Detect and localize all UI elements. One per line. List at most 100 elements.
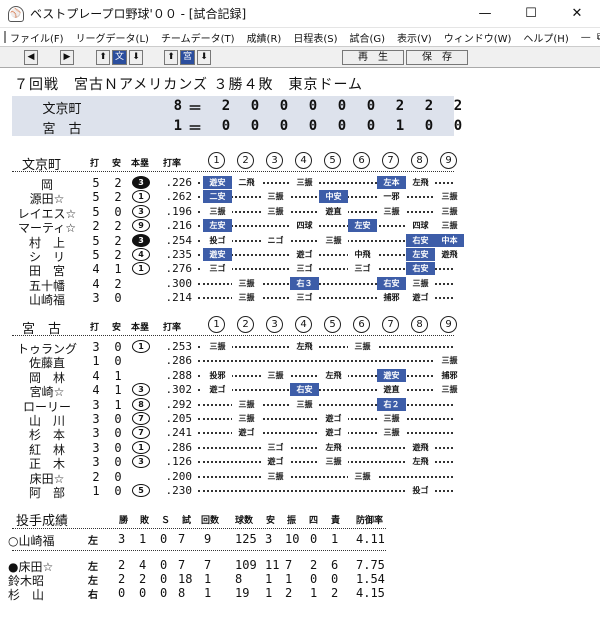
inning-score: 0 <box>453 118 463 134</box>
menu-view[interactable]: 表示(V) <box>397 30 432 45</box>
line-score-eq: ＝ <box>188 121 202 137</box>
menu-game[interactable]: 試合(G) <box>349 30 385 45</box>
batter-ab: 5 <box>92 190 100 205</box>
menu-file[interactable]: ファイル(F) <box>10 30 64 45</box>
inning-header: 6 <box>353 316 370 333</box>
inning-score: 2 <box>424 98 434 114</box>
menu-league-data[interactable]: リーグデータ(L) <box>76 30 149 45</box>
team-bunkyo-button[interactable]: 文 <box>112 50 127 65</box>
batter-avg: .288 <box>165 368 193 382</box>
menu-window[interactable]: ウィンドウ(W) <box>444 30 512 45</box>
pitching-header-k: 振 <box>287 516 297 526</box>
pitcher-k: 7 <box>285 558 293 572</box>
batter-ab: 4 <box>92 262 100 277</box>
app-baseball-icon: ⚾ <box>8 5 24 22</box>
batter-hits: 2 <box>114 219 122 234</box>
menu-schedule[interactable]: 日程表(S) <box>293 30 337 45</box>
down-arrow-icon[interactable]: ⬇ <box>129 50 143 65</box>
inning-score: 0 <box>424 118 434 134</box>
inning-score: 2 <box>395 98 405 114</box>
pitcher-er: 1 <box>331 532 339 546</box>
up-arrow-icon-2[interactable]: ⬆ <box>164 50 178 65</box>
inning-header: 5 <box>324 316 341 333</box>
inning-score: 0 <box>337 98 347 114</box>
up-arrow-icon[interactable]: ⬆ <box>96 50 110 65</box>
game-record-panel: ７回戦 宮古Ｎアメリカンズ ３勝４敗 東京ドーム 文京町 8 ＝ 2 0 0 0… <box>0 68 600 640</box>
menu-team-data[interactable]: チームデータ(T) <box>161 30 235 45</box>
batter-ab: 4 <box>92 276 100 291</box>
section-divider <box>12 550 386 551</box>
pitcher-bb: 2 <box>310 558 318 572</box>
batter-name: 山崎福 <box>28 293 65 308</box>
inning-header: 2 <box>237 316 254 333</box>
batter-hr: 3 <box>132 383 150 397</box>
maximize-button[interactable]: ☐ <box>508 0 554 28</box>
inning-score: 0 <box>308 118 318 134</box>
batter-hr: 7 <box>132 426 150 440</box>
pitcher-h: 11 <box>265 558 280 572</box>
batter-hits: 2 <box>114 176 122 190</box>
pitcher-g: 8 <box>178 586 186 600</box>
at-bat-result: 三ゴ <box>290 291 319 305</box>
header-hits: 安 <box>112 323 122 333</box>
pitching-header-np: 球数 <box>235 516 254 526</box>
document-icon[interactable] <box>4 31 6 43</box>
inning-score: 0 <box>221 118 231 134</box>
pitcher-bb: 0 <box>310 572 318 586</box>
pitcher-np: 8 <box>235 572 243 586</box>
pitcher-s: 0 <box>160 532 168 546</box>
batter-ab: 4 <box>92 368 100 383</box>
batter-hits: 0 <box>114 469 122 484</box>
next-arrow-icon[interactable]: ▶ <box>60 50 74 65</box>
prev-arrow-icon[interactable]: ◀ <box>24 50 38 65</box>
batter-hr: 5 <box>132 484 150 497</box>
batter-hits: 0 <box>114 440 122 455</box>
pitcher-hand: 左 <box>88 576 98 587</box>
pitcher-era: 7.75 <box>356 558 385 572</box>
header-ab: 打 <box>90 323 100 333</box>
header-avg: 打率 <box>163 323 182 333</box>
batter-hits: 2 <box>114 233 122 248</box>
batter-avg: .214 <box>165 291 193 305</box>
inning-header: 3 <box>266 152 283 169</box>
pitcher-l: 4 <box>139 558 147 572</box>
mdi-minimize-button[interactable]: — <box>581 32 591 43</box>
menu-records[interactable]: 成績(R) <box>247 30 282 45</box>
inning-header: 4 <box>295 152 312 169</box>
menu-help[interactable]: ヘルプ(H) <box>523 30 568 45</box>
line-score-total: 8 <box>173 98 182 114</box>
pitcher-k: 1 <box>285 572 293 586</box>
pitcher-k: 10 <box>285 532 300 546</box>
batter-hits: 1 <box>114 262 122 277</box>
close-button[interactable]: ✕ <box>554 0 600 28</box>
down-arrow-icon-2[interactable]: ⬇ <box>197 50 211 65</box>
save-button[interactable]: 保 存 <box>406 50 468 65</box>
batter-hits: 0 <box>114 204 122 219</box>
at-bat-result: 捕邪 <box>377 291 406 305</box>
inning-score: 0 <box>337 118 347 134</box>
team-miyako-button[interactable]: 宮 <box>180 50 195 65</box>
dotted-leader <box>198 465 453 478</box>
batter-ab: 1 <box>92 354 100 369</box>
pitching-title: 投手成績 <box>16 514 69 529</box>
pitcher-name: 杉 山 <box>8 588 45 602</box>
inning-score: 0 <box>308 98 318 114</box>
batter-ab: 2 <box>92 469 100 484</box>
replay-button[interactable]: 再 生 <box>342 50 404 65</box>
line-score-team: 文京町 <box>42 102 82 117</box>
batter-avg: .200 <box>165 469 193 483</box>
batter-hits: 0 <box>114 291 122 306</box>
batter-avg: .254 <box>165 233 193 247</box>
line-score-team: 宮 古 <box>42 122 82 137</box>
line-score-row-home: 文京町 8 ＝ 2 0 0 0 0 0 2 2 2 <box>12 98 462 118</box>
inning-header: 8 <box>411 316 428 333</box>
header-hr: 本塁 <box>131 323 150 333</box>
inning-header: 9 <box>440 152 457 169</box>
minimize-button[interactable]: — <box>462 0 508 28</box>
batter-avg: .253 <box>165 340 193 353</box>
pitcher-np: 125 <box>235 532 257 546</box>
pitcher-h: 1 <box>265 572 273 586</box>
batter-ab: 3 <box>92 412 100 426</box>
inning-header: 9 <box>440 316 457 333</box>
pitching-header-ip: 回数 <box>201 516 220 526</box>
